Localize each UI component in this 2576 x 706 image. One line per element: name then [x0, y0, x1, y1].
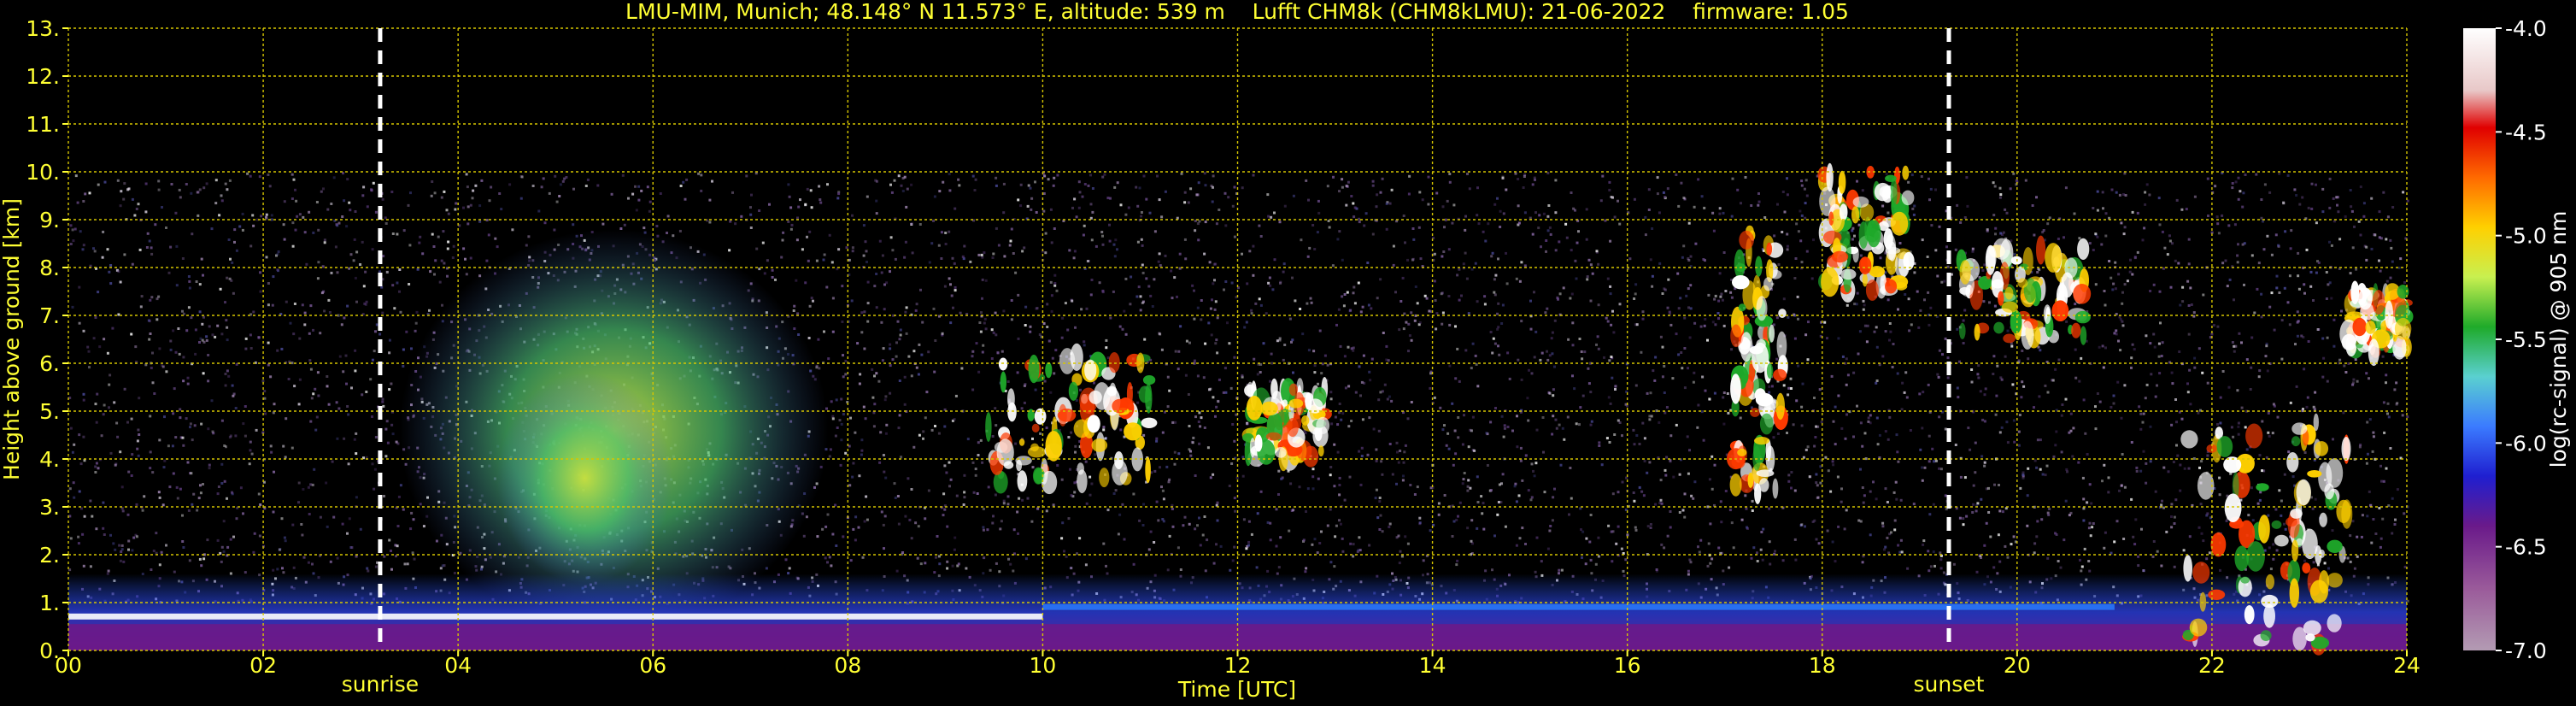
y-tick-label: 3.	[39, 495, 60, 520]
y-tick-label: 4.	[39, 447, 60, 472]
x-tick-label: 16	[1614, 653, 1641, 678]
x-tick-label: 12	[1224, 653, 1252, 678]
cloud	[2339, 280, 2414, 367]
colorbar-tick-label: -4.5	[2505, 120, 2547, 144]
x-tick-label: 14	[1419, 653, 1446, 678]
y-axis-label: Height above ground [km]	[0, 198, 24, 480]
x-tick-label: 22	[2198, 653, 2226, 678]
x-tick-label: 24	[2393, 653, 2421, 678]
colorbar: -4.0 -4.5 -5.0 -5.5 -6.0 -6.5 -7.0 log(rc-sign…	[2463, 16, 2571, 663]
y-tick-label: 2.	[39, 543, 60, 568]
plot-area: sunrise sunset	[67, 27, 2414, 697]
surface-layer	[68, 624, 2407, 650]
colorbar-label: log(rc-signal) @ 905 nm	[2546, 211, 2571, 468]
y-tick-label: 7.	[39, 303, 60, 328]
x-tick-label: 10	[1030, 653, 1057, 678]
x-tick-label: 18	[1809, 653, 1836, 678]
colorbar-tick-label: -7.0	[2505, 638, 2547, 663]
x-tick-label: 04	[444, 653, 472, 678]
colorbar-tick-label: -6.5	[2505, 535, 2547, 560]
x-axis-label: Time [UTC]	[1177, 677, 1296, 702]
y-tick-label: 0.	[39, 638, 60, 663]
ceilometer-chart: sunrise sunset 00 02 04 06 08 10 12 14 16 18 20 22 24…	[0, 0, 2571, 702]
x-tick-label: 20	[2004, 653, 2031, 678]
y-tick-label: 13.	[26, 16, 60, 41]
boundary-layer-top	[68, 613, 1043, 620]
colorbar-tick-label: -6.0	[2505, 431, 2547, 456]
y-tick-label: 5.	[39, 399, 60, 424]
y-axis-ticks: 0. 1. 2. 3. 4. 5. 6. 7. 8. 9. 10. 11. 12. 13.	[26, 16, 68, 663]
y-tick-label: 11.	[26, 112, 60, 137]
x-tick-label: 08	[834, 653, 861, 678]
y-tick-label: 9.	[39, 208, 60, 232]
colorbar-tick-label: -4.0	[2505, 16, 2547, 41]
y-tick-label: 10.	[26, 160, 60, 185]
x-tick-label: 06	[639, 653, 666, 678]
y-tick-label: 12.	[26, 64, 60, 89]
y-tick-label: 8.	[39, 256, 60, 280]
x-tick-label: 02	[249, 653, 277, 678]
sun-event-label: sunset	[1914, 672, 1985, 697]
sun-event-label: sunrise	[342, 672, 419, 697]
aerosol-plume-core	[496, 373, 673, 584]
y-tick-label: 1.	[39, 591, 60, 615]
chart-title: LMU-MIM, Munich; 48.148° N 11.573° E, al…	[625, 0, 1849, 24]
colorbar-scale	[2463, 28, 2496, 650]
colorbar-tick-label: -5.0	[2505, 224, 2547, 249]
y-tick-label: 6.	[39, 351, 60, 376]
colorbar-tick-label: -5.5	[2505, 327, 2547, 352]
colorbar-ticks: -4.0 -4.5 -5.0 -5.5 -6.0 -6.5 -7.0	[2496, 16, 2547, 663]
boundary-layer-evening	[1042, 603, 2115, 610]
